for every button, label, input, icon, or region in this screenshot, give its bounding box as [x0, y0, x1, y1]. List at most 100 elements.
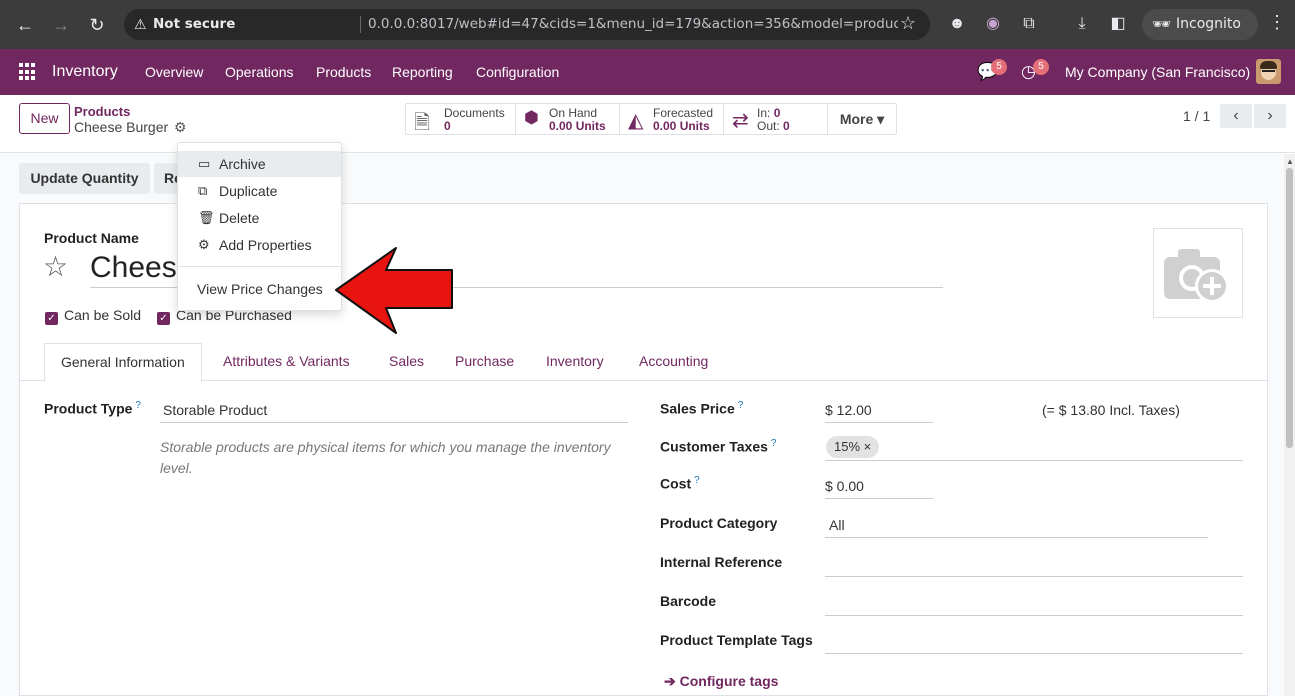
forecasted-smart-button[interactable]: ◭ Forecasted 0.00 Units [620, 104, 724, 134]
sales-price-incl-taxes: (= $ 13.80 Incl. Taxes) [1042, 402, 1180, 418]
tab-general-information[interactable]: General Information [44, 343, 202, 382]
download-icon[interactable]: ⤓ [1072, 14, 1092, 34]
view-price-changes-menu-item[interactable]: View Price Changes [178, 276, 341, 302]
menu-overview[interactable]: Overview [145, 64, 203, 80]
messages-badge: 5 [991, 59, 1007, 75]
menu-divider [178, 266, 341, 267]
red-arrow-annotation [335, 247, 453, 334]
trash-icon: 🗑 [198, 210, 215, 225]
archive-menu-item[interactable]: ▭ Archive [178, 151, 341, 177]
sales-price-input[interactable]: $ 12.00 [825, 402, 872, 418]
barcode-input[interactable] [825, 615, 1243, 616]
on-hand-smart-button[interactable]: ⬢ On Hand 0.00 Units [516, 104, 620, 134]
in-out-smart-button[interactable]: ⇄ In: 0 Out: 0 [724, 104, 828, 134]
customer-taxes-label: Customer Taxes? [660, 438, 777, 455]
template-tags-input[interactable] [825, 653, 1243, 654]
main-navbar: Inventory Overview Operations Products R… [0, 49, 1295, 95]
divider [360, 16, 361, 33]
back-icon[interactable]: ← [12, 12, 38, 38]
extension-icon[interactable]: ◉ [983, 14, 1003, 34]
internal-reference-input[interactable] [825, 576, 1243, 577]
activities-badge: 5 [1033, 59, 1049, 75]
menu-reporting[interactable]: Reporting [392, 64, 453, 80]
more-button[interactable]: More ▾ [828, 104, 896, 134]
form-tabs: General Information Attributes & Variant… [20, 343, 1267, 382]
smart-value: 0 [444, 119, 451, 133]
barcode-label: Barcode [660, 593, 717, 609]
breadcrumb-products[interactable]: Products [74, 104, 130, 119]
smart-label: On Hand [549, 106, 598, 120]
menu-products[interactable]: Products [316, 64, 371, 80]
url-text[interactable]: 0.0.0.0:8017/web#id=47&cids=1&menu_id=17… [368, 16, 898, 32]
company-switcher[interactable]: My Company (San Francisco) [1065, 64, 1250, 80]
menu-configuration[interactable]: Configuration [476, 64, 559, 80]
smart-value: 0.00 Units [653, 119, 710, 133]
product-category-label: Product Category [660, 515, 778, 531]
exchange-icon: ⇄ [732, 110, 749, 132]
documents-smart-button[interactable]: 🗎 Documents 0 [406, 104, 516, 134]
delete-menu-item[interactable]: 🗑 Delete [178, 205, 341, 231]
cost-label: Cost? [660, 475, 700, 492]
smart-label: Forecasted [653, 106, 714, 120]
gear-icon[interactable]: ⚙ [174, 119, 187, 136]
camera-plus-icon [1164, 249, 1229, 303]
cogs-icon: ⚙ [198, 237, 210, 252]
product-image[interactable] [1153, 228, 1243, 318]
add-properties-menu-item[interactable]: ⚙ Add Properties [178, 232, 341, 258]
product-type-help: Storable products are physical items for… [160, 439, 611, 476]
extensions-puzzle-icon[interactable]: ⧉ [1019, 14, 1039, 34]
next-record-button[interactable]: › [1254, 104, 1286, 128]
menu-operations[interactable]: Operations [225, 64, 293, 80]
sales-price-label: Sales Price? [660, 400, 744, 417]
smart-buttons: 🗎 Documents 0 ⬢ On Hand 0.00 Units ◭ For… [405, 103, 897, 135]
side-panel-icon[interactable]: ◧ [1108, 14, 1128, 34]
avatar[interactable] [1256, 59, 1281, 84]
product-category-select[interactable]: All [829, 517, 845, 533]
tab-purchase[interactable]: Purchase [455, 353, 514, 369]
archive-icon: ▭ [198, 156, 211, 171]
scrollbar[interactable]: ▲ [1284, 154, 1295, 696]
tab-accounting[interactable]: Accounting [639, 353, 708, 369]
update-quantity-button[interactable]: Update Quantity [19, 163, 150, 194]
smart-value: 0.00 Units [549, 119, 606, 133]
document-icon: 🗎 [414, 112, 431, 134]
gear-dropdown-menu: ▭ Archive ⧉ Duplicate 🗑 Delete ⚙ Add Propert… [177, 142, 342, 311]
browser-toolbar: ← → ↻ ⚠ Not secure 0.0.0.0:8017/web#id=4… [0, 0, 1295, 49]
extension-icon[interactable]: ☻ [947, 14, 967, 34]
cubes-icon: ⬢ [524, 108, 539, 127]
tab-sales[interactable]: Sales [389, 353, 424, 369]
previous-record-button[interactable]: ‹ [1220, 104, 1252, 128]
bookmark-star-icon[interactable]: ☆ [900, 13, 916, 34]
copy-icon: ⧉ [198, 183, 208, 198]
breadcrumb-current: Cheese Burger [74, 119, 169, 135]
incognito-label: Incognito [1176, 16, 1241, 32]
incognito-badge[interactable]: 🕶 Incognito [1142, 9, 1258, 40]
cost-input[interactable]: $ 0.00 [825, 478, 864, 494]
pager-value[interactable]: 1 / 1 [1183, 108, 1210, 124]
app-grid-icon[interactable] [19, 63, 37, 81]
new-button[interactable]: New [19, 103, 70, 134]
browser-menu-icon[interactable]: ⋮ [1268, 12, 1286, 33]
tax-tag[interactable]: 15% × [826, 436, 880, 458]
smart-label: Documents [444, 106, 505, 120]
tab-inventory[interactable]: Inventory [546, 353, 604, 369]
app-name[interactable]: Inventory [52, 63, 118, 81]
product-type-label: Product Type? [44, 400, 141, 417]
can-be-sold-checkbox[interactable]: ✓ Can be Sold [45, 307, 141, 325]
security-label: Not secure [153, 16, 236, 32]
reload-icon[interactable]: ↻ [84, 12, 110, 38]
product-type-select[interactable]: Storable Product [163, 402, 267, 418]
incognito-icon: 🕶 [1152, 15, 1172, 33]
in-line: In: 0 [757, 106, 781, 120]
out-line: Out: 0 [757, 119, 790, 133]
tab-attributes-variants[interactable]: Attributes & Variants [223, 353, 350, 369]
favorite-star-icon[interactable]: ☆ [43, 250, 68, 283]
warning-icon: ⚠ [134, 16, 147, 32]
forward-icon[interactable]: → [48, 12, 74, 38]
duplicate-menu-item[interactable]: ⧉ Duplicate [178, 178, 341, 204]
product-name-label: Product Name [44, 230, 139, 246]
area-chart-icon: ◭ [628, 110, 644, 132]
remove-tag-icon[interactable]: × [864, 439, 872, 454]
address-bar[interactable]: ⚠ Not secure 0.0.0.0:8017/web#id=47&cids… [124, 9, 930, 40]
configure-tags-link[interactable]: ➔ Configure tags [664, 673, 778, 690]
